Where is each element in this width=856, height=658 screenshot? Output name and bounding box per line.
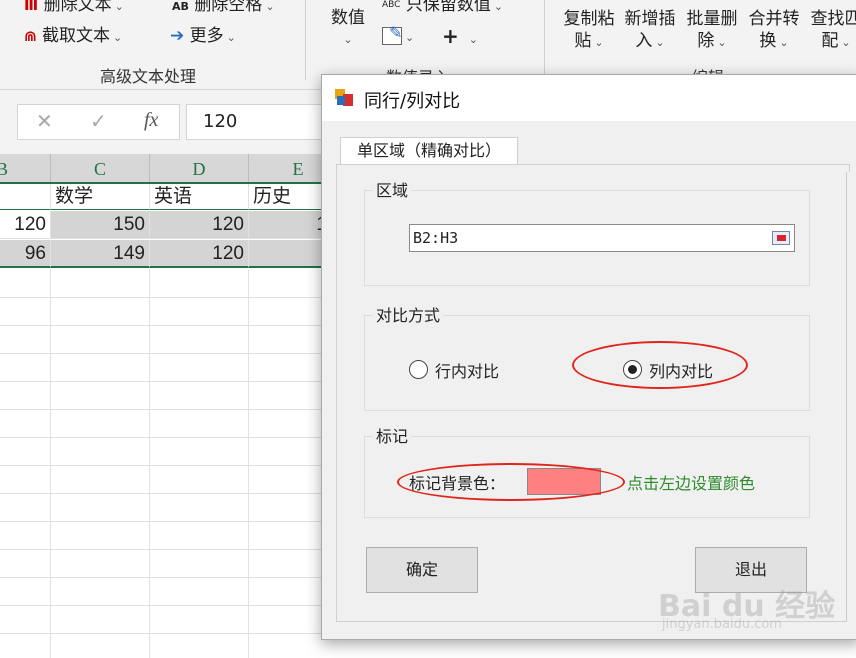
dialog-titlebar[interactable]: 同行/列对比 — [322, 75, 856, 121]
chevron-down-icon: ⌄ — [493, 0, 504, 13]
chevron-down-icon: ⌄ — [841, 36, 851, 49]
insert-button[interactable]: 新增插 入 ⌄ — [622, 8, 678, 54]
find-match-label: 查找匹 — [810, 9, 856, 29]
batch-delete-label: 批量删 — [686, 9, 738, 29]
arrow-right-icon: ➔ — [170, 26, 185, 46]
copy-paste-label: 复制粘 — [563, 9, 615, 29]
compare-mode-legend: 对比方式 — [373, 302, 444, 326]
background-panel-edge — [846, 172, 856, 622]
plus-icon: + — [442, 24, 459, 48]
column-compare-radio[interactable] — [623, 360, 642, 379]
ribbon-separator — [305, 0, 306, 80]
bg-color-hint: 点击左边设置颜色 — [627, 474, 756, 493]
cell-header-math[interactable]: 数学 — [51, 182, 150, 210]
range-select-icon[interactable] — [772, 231, 790, 245]
delete-text-button[interactable]: Ⅲ 删除文本 ⌄ — [24, 0, 124, 18]
cell[interactable]: 150 — [51, 211, 150, 239]
chevron-down-icon: ⌄ — [114, 0, 124, 13]
cancel-icon[interactable]: ✕ — [36, 109, 53, 133]
compare-mode-group: 对比方式 行内对比 列内对比 — [364, 302, 810, 411]
cell[interactable]: 149 — [51, 240, 150, 268]
chevron-down-icon: ⌄ — [655, 36, 665, 49]
values-label: 数值 — [331, 8, 365, 28]
chevron-down-icon: ⌄ — [468, 33, 478, 46]
column-header-c[interactable]: C — [51, 154, 150, 182]
keep-values-label: 只保留数值 — [405, 0, 491, 15]
cell[interactable]: 120 — [150, 240, 249, 268]
batch-delete-label-2: 除 — [697, 31, 715, 51]
fx-icon[interactable]: fx — [144, 109, 158, 132]
cell[interactable]: 96 — [0, 240, 51, 268]
row-compare-radio[interactable] — [409, 360, 428, 379]
chevron-down-icon: ⌄ — [594, 36, 604, 49]
values-button[interactable]: 数值 ⌄ — [328, 7, 368, 51]
dialog-title: 同行/列对比 — [364, 91, 461, 112]
chevron-down-icon: ⌄ — [717, 36, 727, 49]
abc-icon: ABC — [382, 0, 401, 10]
group-label-advanced-text: 高级文本处理 — [100, 67, 197, 86]
formula-value: 120 — [203, 111, 238, 132]
ribbon-separator — [544, 0, 545, 80]
edit-entry-button[interactable]: ✎ ⌄ — [382, 23, 415, 49]
column-compare-label[interactable]: 列内对比 — [649, 358, 713, 382]
chevron-down-icon: ⌄ — [343, 33, 353, 46]
tab-single-region[interactable]: 单区域（精确对比） — [340, 137, 518, 165]
cell[interactable]: 120 — [150, 211, 249, 239]
check-icon[interactable]: ✓ — [90, 109, 107, 133]
keep-values-button[interactable]: ABC 只保留数值 ⌄ — [382, 0, 503, 18]
more-button[interactable]: ➔ 更多 ⌄ — [170, 25, 236, 49]
extract-text-label: 截取文本 — [41, 26, 110, 46]
formula-buttons: ✕ ✓ fx — [17, 104, 180, 140]
insert-label-2: 入 — [635, 31, 653, 51]
region-legend: 区域 — [373, 177, 412, 201]
batch-delete-button[interactable]: 批量删 除 ⌄ — [684, 8, 740, 54]
find-match-label-2: 配 — [821, 31, 839, 51]
find-match-button[interactable]: 查找匹 配⌄ — [808, 8, 856, 54]
insert-label: 新增插 — [624, 9, 676, 29]
ab-icon: AB — [172, 0, 189, 13]
more-label: 更多 — [189, 26, 224, 46]
app-icon — [334, 88, 354, 108]
delete-text-icon: Ⅲ — [24, 0, 39, 14]
chevron-down-icon: ⌄ — [779, 36, 789, 49]
bg-color-label: 标记背景色： — [409, 474, 506, 493]
merge-convert-label: 合并转 — [748, 9, 800, 29]
add-button[interactable]: + ⌄ — [442, 25, 478, 51]
compare-dialog: 同行/列对比 单区域（精确对比） 区域 B2:H3 对比方式 行内对比 列内对比… — [321, 74, 856, 640]
row-compare-label[interactable]: 行内对比 — [435, 358, 499, 382]
column-header-b[interactable]: B — [0, 154, 51, 182]
chevron-down-icon: ⌄ — [226, 31, 236, 44]
cell[interactable] — [0, 182, 51, 210]
extract-text-button[interactable]: ⋒ 截取文本 ⌄ — [24, 25, 122, 49]
merge-convert-label-2: 换 — [759, 31, 777, 51]
delete-spaces-button[interactable]: AB 删除空格 ⌄ — [172, 0, 275, 18]
delete-text-label: 删除文本 — [43, 0, 112, 15]
chevron-down-icon: ⌄ — [405, 31, 415, 44]
copy-paste-button[interactable]: 复制粘 贴 ⌄ — [561, 8, 617, 54]
pencil-table-icon: ✎ — [382, 23, 402, 45]
delete-spaces-label: 删除空格 — [194, 0, 263, 15]
region-group: 区域 B2:H3 — [364, 177, 810, 286]
bg-color-swatch[interactable] — [527, 468, 601, 495]
copy-paste-label-2: 贴 — [574, 31, 592, 51]
range-input[interactable]: B2:H3 — [409, 224, 795, 252]
mark-group: 标记 标记背景色： 点击左边设置颜色 — [364, 423, 810, 518]
ok-button[interactable]: 确定 — [366, 547, 478, 593]
watermark-url: jingyan.baidu.com — [662, 617, 782, 632]
chevron-down-icon: ⌄ — [112, 31, 123, 44]
cell[interactable]: 120 — [0, 211, 51, 239]
column-header-d[interactable]: D — [150, 154, 249, 182]
cell-header-english[interactable]: 英语 — [150, 182, 249, 210]
chevron-down-icon: ⌄ — [265, 0, 275, 13]
mark-legend: 标记 — [373, 423, 412, 447]
range-value: B2:H3 — [413, 229, 459, 247]
merge-convert-button[interactable]: 合并转 换 ⌄ — [746, 8, 802, 54]
extract-text-icon: ⋒ — [24, 27, 37, 45]
